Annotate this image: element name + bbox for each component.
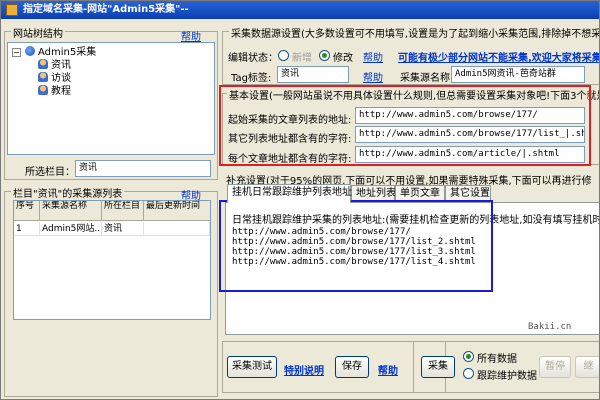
watermark-text: Bakii.cn bbox=[528, 322, 572, 332]
tree-node-label: 教程 bbox=[51, 86, 71, 97]
radio-all-data[interactable] bbox=[463, 351, 474, 362]
site-structure-legend: 网站树结构 bbox=[11, 25, 65, 40]
app-window: 指定域名采集-网站"Admin5采集"-- 网站树结构 帮助 − Admin5采… bbox=[0, 0, 600, 400]
radio-all-data-label: 所有数据 bbox=[477, 354, 517, 365]
source-name-label: 采集源名称: bbox=[400, 73, 454, 84]
tree-root-label: Admin5采集 bbox=[38, 47, 97, 58]
column-icon bbox=[38, 72, 48, 82]
column-header-column[interactable]: 所在栏目 bbox=[102, 201, 144, 221]
tab-tracking-list[interactable]: 挂机日常跟踪维护列表地址 bbox=[227, 184, 352, 203]
selected-column-field[interactable]: 资讯 bbox=[75, 160, 211, 177]
pause-button[interactable]: 暂停 bbox=[539, 356, 571, 378]
edit-status-label: 编辑状态： bbox=[228, 53, 278, 64]
red-highlight-box bbox=[219, 85, 591, 166]
tree-node-interview[interactable]: 访谈 bbox=[38, 72, 71, 85]
continue-button[interactable]: 继 bbox=[575, 356, 599, 378]
tree-node-root[interactable]: Admin5采集 bbox=[25, 46, 96, 59]
source-name-input[interactable]: Admin5网资讯-芭奇站群 bbox=[451, 66, 585, 83]
cell-index[interactable]: 1 bbox=[14, 222, 40, 236]
save-button[interactable]: 保存 bbox=[335, 356, 369, 378]
column-icon bbox=[38, 85, 48, 95]
tree-node-news[interactable]: 资讯 bbox=[38, 59, 71, 72]
site-icon bbox=[25, 46, 35, 56]
radio-new[interactable] bbox=[278, 50, 289, 61]
app-icon bbox=[6, 4, 18, 16]
radio-tracked-data[interactable] bbox=[463, 368, 474, 379]
source-list-legend: 栏目"资讯"的采集源列表 bbox=[11, 185, 125, 200]
tree-node-label: 访谈 bbox=[51, 73, 71, 84]
collect-button[interactable]: 采集 bbox=[421, 356, 455, 378]
tag-label: Tag标签: bbox=[231, 73, 272, 84]
tree-collapse-toggle[interactable]: − bbox=[12, 48, 21, 57]
source-table-header: 序号 采集源名称 所在栏目 最后更新时间 bbox=[14, 201, 210, 221]
column-header-name[interactable]: 采集源名称 bbox=[40, 201, 102, 221]
blue-highlight-box bbox=[219, 200, 493, 292]
radio-modify-label: 修改 bbox=[333, 53, 353, 64]
selected-column-label: 所选栏目： bbox=[25, 167, 75, 178]
special-note-link[interactable]: 特别说明 bbox=[284, 362, 324, 377]
column-icon bbox=[38, 59, 48, 69]
cell-column[interactable]: 资讯 bbox=[102, 222, 144, 236]
tag-input[interactable]: 资讯 bbox=[277, 66, 349, 83]
cell-updated[interactable] bbox=[144, 222, 210, 236]
radio-modify[interactable] bbox=[319, 50, 330, 61]
title-bar: 指定域名采集-网站"Admin5采集"-- bbox=[1, 1, 599, 19]
actions-help-link[interactable]: 帮助 bbox=[378, 362, 398, 377]
source-settings-legend: 采集数据源设置(大多数设置可不用填写,设置是为了起到缩小采集范围,排除掉不想采集… bbox=[229, 25, 599, 40]
radio-new-label: 新增 bbox=[292, 53, 312, 64]
source-table[interactable]: 序号 采集源名称 所在栏目 最后更新时间 1 Admin5网站... 资讯 bbox=[13, 200, 211, 320]
tree-node-label: 资讯 bbox=[51, 60, 71, 71]
site-structure-help-link[interactable]: 帮助 bbox=[181, 28, 201, 43]
cell-name[interactable]: Admin5网站... bbox=[40, 222, 102, 236]
column-header-index[interactable]: 序号 bbox=[14, 201, 40, 221]
edit-status-help-link[interactable]: 帮助 bbox=[363, 49, 383, 64]
window-title: 指定域名采集-网站"Admin5采集"-- bbox=[23, 4, 189, 15]
radio-tracked-data-label: 跟踪维护数据 bbox=[477, 371, 537, 382]
column-header-updated[interactable]: 最后更新时间 bbox=[144, 201, 210, 221]
collect-test-button[interactable]: 采集测试 bbox=[227, 356, 277, 378]
site-tree[interactable]: − Admin5采集 资讯 访谈 教程 bbox=[7, 42, 215, 155]
promo-link[interactable]: 可能有极少部分网站不能采集,欢迎大家将采集 bbox=[398, 49, 599, 64]
tag-help-link[interactable]: 帮助 bbox=[363, 69, 383, 84]
tree-node-tutorial[interactable]: 教程 bbox=[38, 85, 71, 98]
